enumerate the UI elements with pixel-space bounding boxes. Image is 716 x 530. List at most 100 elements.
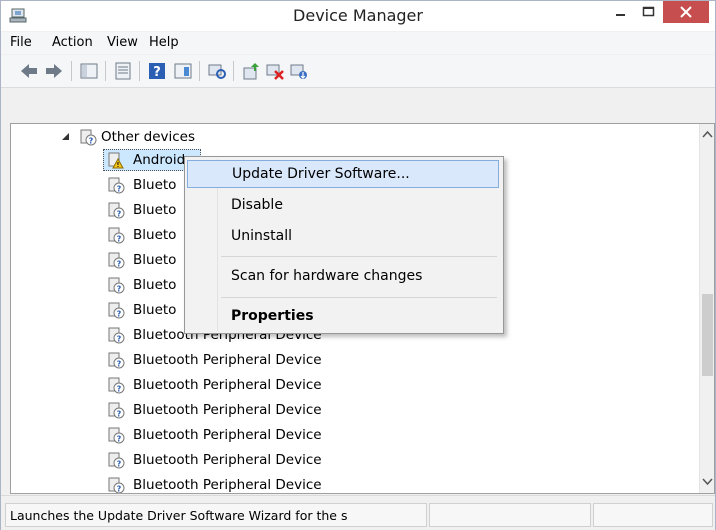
- tree-item-label: Blueto: [133, 202, 177, 218]
- unknown-device-icon: ?: [108, 302, 125, 319]
- menu-item-update-driver[interactable]: Update Driver Software...: [187, 160, 499, 188]
- scroll-up-icon[interactable]: [702, 130, 713, 138]
- collapse-arrow-icon[interactable]: [61, 132, 71, 142]
- svg-text:?: ?: [117, 485, 122, 494]
- svg-text:?: ?: [117, 385, 122, 394]
- tree-item-device[interactable]: ? Bluetooth Peripheral Device: [103, 424, 363, 446]
- menu-separator: [221, 256, 497, 257]
- tree-item-device[interactable]: ? Bluetooth Peripheral Device: [103, 449, 363, 471]
- uninstall-icon[interactable]: [265, 61, 285, 81]
- tree-item-label: Bluetooth Peripheral Device: [133, 477, 322, 493]
- tree-item-label: Bluetooth Peripheral Device: [133, 377, 322, 393]
- tree-item-label: Blueto: [133, 277, 177, 293]
- menu-item-label: Disable: [231, 197, 283, 213]
- view-details-icon[interactable]: [173, 61, 193, 81]
- tree-item-label: Android: [133, 152, 186, 168]
- forward-icon[interactable]: [44, 61, 64, 81]
- close-icon: [680, 6, 692, 18]
- unknown-device-icon: ?: [108, 477, 125, 494]
- tree-item-label: Bluetooth Peripheral Device: [133, 402, 322, 418]
- status-cell-empty: [429, 503, 591, 527]
- maximize-button[interactable]: [635, 1, 661, 23]
- menu-item-label: Properties: [231, 308, 314, 324]
- scroll-down-icon[interactable]: [702, 478, 713, 486]
- svg-text:?: ?: [117, 360, 122, 369]
- unknown-device-icon: ?: [108, 352, 125, 369]
- unknown-device-icon: ?: [108, 277, 125, 294]
- svg-text:?: ?: [117, 410, 122, 419]
- minimize-button[interactable]: [607, 1, 633, 23]
- menu-item-properties[interactable]: Properties: [187, 303, 499, 331]
- tree-item-label: Bluetooth Peripheral Device: [133, 427, 322, 443]
- svg-text:?: ?: [117, 235, 122, 244]
- svg-text:?: ?: [117, 260, 122, 269]
- menu-view[interactable]: View: [107, 35, 138, 50]
- unknown-device-icon: ?: [108, 202, 125, 219]
- menu-help[interactable]: Help: [149, 35, 179, 50]
- menu-item-label: Scan for hardware changes: [231, 268, 423, 284]
- back-icon[interactable]: [19, 61, 39, 81]
- menu-bar: File Action View Help: [1, 32, 715, 54]
- toolbar: ?: [1, 55, 715, 88]
- svg-text:?: ?: [153, 65, 161, 80]
- warning-device-icon: [108, 152, 124, 169]
- svg-text:?: ?: [117, 210, 122, 219]
- svg-text:?: ?: [117, 310, 122, 319]
- tree-item-label: Bluetooth Peripheral Device: [133, 452, 322, 468]
- toolbar-separator: [139, 61, 140, 81]
- unknown-device-icon: ?: [108, 452, 125, 469]
- tree-item-device[interactable]: ? Bluetooth Peripheral Device: [103, 399, 363, 421]
- scroll-thumb[interactable]: [702, 294, 713, 376]
- enable-device-icon[interactable]: [289, 61, 309, 81]
- toolbar-separator: [199, 61, 200, 81]
- maximize-icon: [642, 6, 655, 17]
- svg-text:?: ?: [117, 285, 122, 294]
- menu-separator: [221, 297, 497, 298]
- unknown-device-icon: ?: [80, 129, 97, 146]
- menu-action[interactable]: Action: [52, 35, 93, 50]
- unknown-device-icon: ?: [108, 177, 125, 194]
- context-menu: Update Driver Software... Disable Uninst…: [184, 156, 504, 334]
- update-driver-icon[interactable]: [241, 61, 261, 81]
- svg-text:?: ?: [117, 435, 122, 444]
- toolbar-separator: [233, 61, 234, 81]
- tree-item-device[interactable]: ? Bluetooth Peripheral Device: [103, 349, 363, 371]
- menu-item-label: Update Driver Software...: [232, 166, 410, 182]
- tree-item-label: Blueto: [133, 302, 177, 318]
- status-text-cell: Launches the Update Driver Software Wiza…: [5, 503, 427, 527]
- svg-text:?: ?: [89, 137, 94, 146]
- status-cell-empty: [593, 503, 713, 527]
- tree-item-label: Blueto: [133, 227, 177, 243]
- svg-text:?: ?: [117, 185, 122, 194]
- menu-item-disable[interactable]: Disable: [187, 192, 499, 220]
- help-icon[interactable]: ?: [147, 61, 167, 81]
- tree-item-device[interactable]: ? Bluetooth Peripheral Device: [103, 474, 363, 494]
- menu-item-scan-hardware[interactable]: Scan for hardware changes: [187, 263, 499, 291]
- vertical-scrollbar[interactable]: [699, 124, 714, 493]
- status-bar: Launches the Update Driver Software Wiza…: [1, 495, 715, 530]
- minimize-icon: [616, 14, 625, 16]
- tree-category-label: Other devices: [101, 129, 195, 145]
- toolbar-separator: [105, 61, 106, 81]
- status-text: Launches the Update Driver Software Wiza…: [10, 508, 348, 523]
- tree-item-device[interactable]: ? Bluetooth Peripheral Device: [103, 374, 363, 396]
- unknown-device-icon: ?: [108, 402, 125, 419]
- show-hide-tree-icon[interactable]: [79, 61, 99, 81]
- menu-item-label: Uninstall: [231, 228, 293, 244]
- unknown-device-icon: ?: [108, 427, 125, 444]
- toolbar-separator: [71, 61, 72, 81]
- unknown-device-icon: ?: [108, 377, 125, 394]
- tree-category-other-devices[interactable]: ? Other devices: [61, 126, 261, 148]
- title-bar[interactable]: Device Manager: [1, 1, 715, 31]
- close-button[interactable]: [663, 1, 709, 23]
- unknown-device-icon: ?: [108, 327, 125, 344]
- unknown-device-icon: ?: [108, 252, 125, 269]
- tree-item-label: Bluetooth Peripheral Device: [133, 352, 322, 368]
- menu-item-uninstall[interactable]: Uninstall: [187, 223, 499, 251]
- unknown-device-icon: ?: [108, 227, 125, 244]
- svg-text:?: ?: [117, 460, 122, 469]
- menu-file[interactable]: File: [10, 35, 32, 50]
- scan-hardware-icon[interactable]: [207, 61, 227, 81]
- properties-icon[interactable]: [113, 61, 133, 81]
- tree-item-label: Blueto: [133, 177, 177, 193]
